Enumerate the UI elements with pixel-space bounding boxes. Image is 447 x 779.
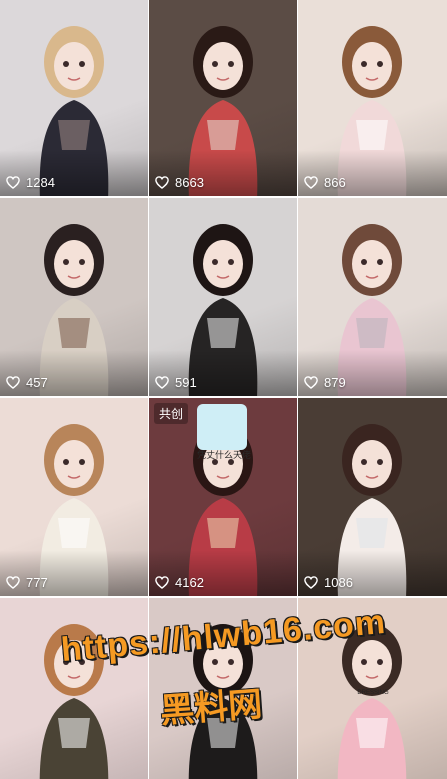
like-count-label: 1284 (26, 175, 55, 190)
heart-outline-icon (304, 576, 318, 589)
video-card[interactable]: 866 (298, 0, 447, 196)
like-count-label: 4162 (175, 575, 204, 590)
like-count-label: 777 (26, 575, 48, 590)
like-count: 866 (304, 175, 346, 190)
video-card[interactable]: 591 (149, 198, 297, 396)
heart-outline-icon (155, 176, 169, 189)
like-count-label: 866 (324, 175, 346, 190)
heart-outline-icon (6, 176, 20, 189)
like-count: 591 (155, 375, 197, 390)
video-card[interactable]: 457 (0, 198, 148, 396)
watermark-site-name: 黑料网 (159, 685, 264, 731)
heart-outline-icon (155, 376, 169, 389)
shirt-print-text: DRESSING (357, 690, 389, 696)
like-count: 4162 (155, 575, 204, 590)
co-creation-badge: 共创 (154, 403, 189, 424)
heart-outline-icon (304, 176, 318, 189)
like-count-label: 457 (26, 375, 48, 390)
sticker-caption: 凭丈什么天佬 (197, 450, 252, 460)
heart-outline-icon (155, 576, 169, 589)
video-card[interactable]: 8663 (149, 0, 297, 196)
heart-outline-icon (6, 576, 20, 589)
video-card[interactable]: 1284 (0, 0, 148, 196)
heart-outline-icon (304, 376, 318, 389)
like-count: 457 (6, 375, 48, 390)
sticker-image (197, 404, 247, 450)
video-card[interactable]: 777 (0, 398, 148, 596)
like-count: 879 (304, 375, 346, 390)
like-count-label: 1086 (324, 575, 353, 590)
like-count: 1086 (304, 575, 353, 590)
video-card[interactable]: 1086 (298, 398, 447, 596)
video-card[interactable]: 共创凭丈什么天佬 4162 (149, 398, 297, 596)
like-count: 1284 (6, 175, 55, 190)
heart-outline-icon (6, 376, 20, 389)
like-count: 8663 (155, 175, 204, 190)
like-count: 777 (6, 575, 48, 590)
like-count-label: 591 (175, 375, 197, 390)
like-count-label: 8663 (175, 175, 204, 190)
like-count-label: 879 (324, 375, 346, 390)
video-card[interactable]: 879 (298, 198, 447, 396)
